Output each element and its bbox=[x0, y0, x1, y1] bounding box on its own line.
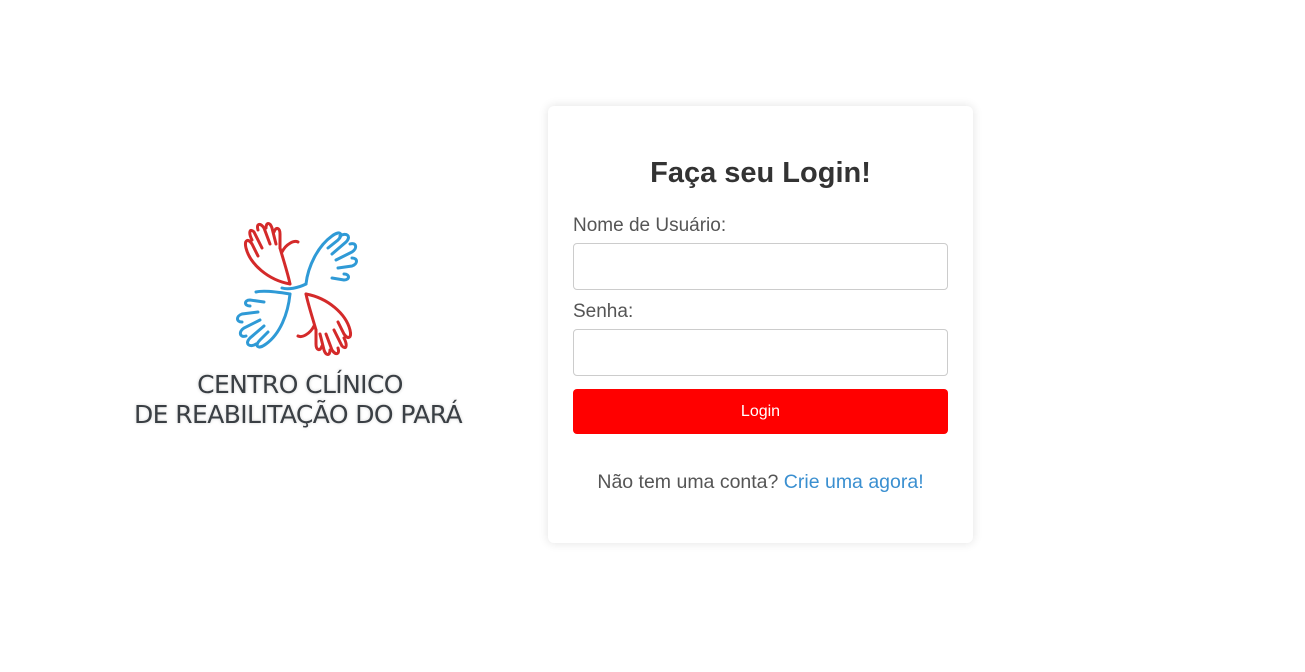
signup-link[interactable]: Crie uma agora! bbox=[784, 471, 924, 493]
clinic-name-line2: DE REABILITAÇÃO DO PARÁ bbox=[134, 400, 463, 429]
clinic-name: CENTRO CLÍNICO DE REABILITAÇÃO DO PARÁ bbox=[118, 370, 478, 430]
four-hands-icon bbox=[236, 222, 358, 356]
password-label: Senha: bbox=[573, 301, 634, 322]
username-label: Nome de Usuário: bbox=[573, 215, 727, 236]
clinic-name-line1: CENTRO CLÍNICO bbox=[197, 370, 403, 399]
login-card: Faça seu Login! Nome de Usuário: Senha: … bbox=[548, 106, 973, 543]
signup-row: Não tem uma conta? Crie uma agora! bbox=[573, 470, 948, 494]
username-input[interactable] bbox=[573, 243, 948, 290]
login-button[interactable]: Login bbox=[573, 389, 948, 434]
clinic-logo: CENTRO CLÍNICO DE REABILITAÇÃO DO PARÁ bbox=[118, 218, 478, 438]
password-input[interactable] bbox=[573, 329, 948, 376]
login-title: Faça seu Login! bbox=[650, 157, 871, 189]
login-page: CENTRO CLÍNICO DE REABILITAÇÃO DO PARÁ F… bbox=[0, 0, 1305, 672]
signup-prompt: Não tem uma conta? bbox=[597, 471, 779, 493]
